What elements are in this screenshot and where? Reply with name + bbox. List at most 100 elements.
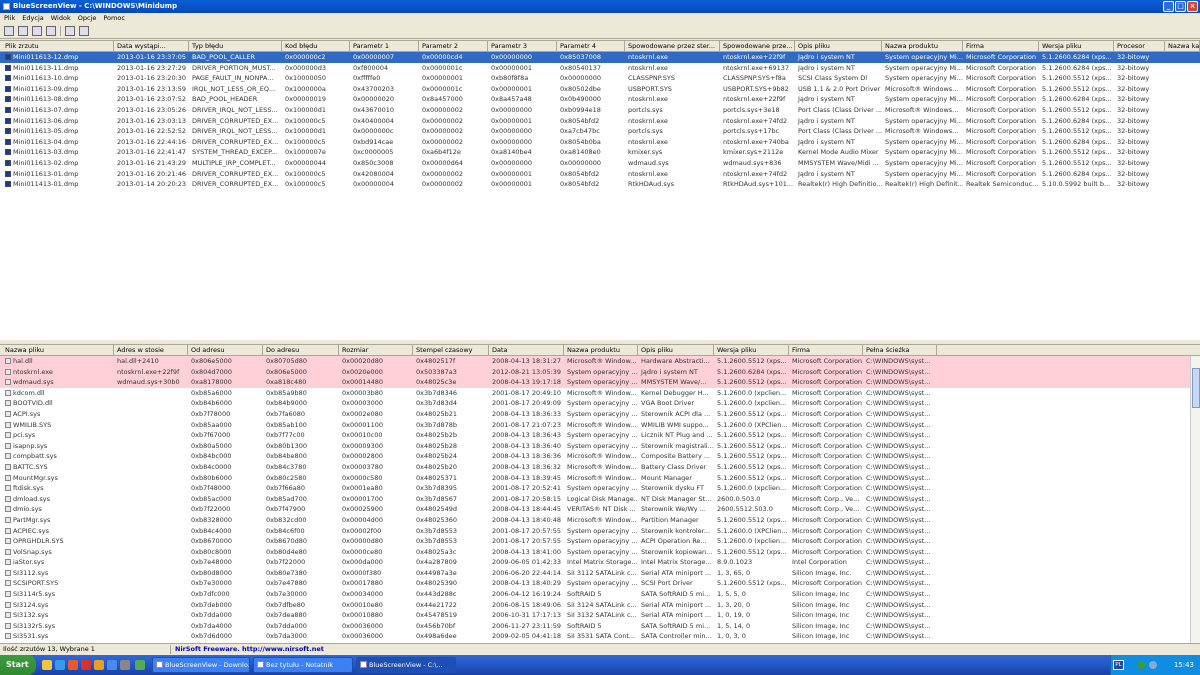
column-header[interactable]: Nazwa produktu: [882, 41, 963, 52]
copy-icon[interactable]: [32, 26, 42, 36]
column-header[interactable]: Rozmiar: [339, 345, 413, 356]
maximize-button[interactable]: □: [1175, 1, 1186, 12]
tray-volume-icon[interactable]: [1149, 661, 1157, 669]
opera-icon[interactable]: [81, 660, 91, 670]
table-row[interactable]: PartMgr.sys 0xb8328000 0xb832cd00 0x00004d0…: [0, 515, 1200, 526]
table-row[interactable]: ntoskrnl.exe ntoskrnl.exe+22f9f 0x804d7000…: [0, 366, 1200, 378]
start-button[interactable]: Start: [0, 655, 36, 675]
table-row[interactable]: SCSIPORT.SYS 0xb7e30000 0xb7e47880 0x000178…: [0, 578, 1200, 589]
column-header[interactable]: Do adresu: [263, 345, 339, 356]
column-header[interactable]: Parametr 4: [557, 41, 625, 52]
find-icon[interactable]: [65, 26, 75, 36]
table-row[interactable]: hal.dll hal.dll+2410 0x806e5000 0x80705d80 0…: [0, 356, 1200, 367]
column-header[interactable]: Nazwa kat: [1165, 41, 1200, 52]
table-row[interactable]: ACPIEC.sys 0xb84c4000 0xb84c6f00 0x00002f00…: [0, 526, 1200, 537]
menu-help[interactable]: Pomoc: [103, 13, 125, 23]
table-row[interactable]: isapnp.sys 0xb80a5000 0xb80b1300 0x00009300…: [0, 441, 1200, 452]
menu-edit[interactable]: Edycja: [22, 13, 43, 23]
table-row[interactable]: Mini011613-06.dmp 2013-01-16 23:03:13 DRIV…: [0, 116, 1200, 127]
column-header[interactable]: Opis pliku: [795, 41, 882, 52]
table-row[interactable]: SI3112.sys 0xb80d8000 0xb80e7380 0x0000f380…: [0, 568, 1200, 579]
table-row[interactable]: Mini011613-04.dmp 2013-01-16 22:44:16 DRIV…: [0, 137, 1200, 148]
column-header[interactable]: Wersja pliku: [714, 345, 789, 356]
table-row[interactable]: dmload.sys 0xb85ac000 0xb85ad700 0x00001700…: [0, 494, 1200, 505]
column-header[interactable]: Parametr 2: [419, 41, 488, 52]
table-row[interactable]: Mini011613-09.dmp 2013-01-16 23:13:59 IRQL…: [0, 84, 1200, 95]
column-header[interactable]: Spowodowane przez ster...: [625, 41, 720, 52]
table-row[interactable]: Mini011613-05.dmp 2013-01-16 22:52:52 DRIV…: [0, 126, 1200, 137]
table-row[interactable]: iaStor.sys 0xb7e48000 0xb7f22000 0x000da000…: [0, 557, 1200, 568]
table-row[interactable]: SI3114r5.sys 0xb7dfc000 0xb7e30000 0x000340…: [0, 589, 1200, 600]
table-row[interactable]: Mini011613-02.dmp 2013-01-16 21:43:29 MULT…: [0, 158, 1200, 169]
table-row[interactable]: Mini011413-01.dmp 2013-01-14 20:20:23 DRIV…: [0, 179, 1200, 190]
table-row[interactable]: Mini011613-11.dmp 2013-01-16 23:27:29 DRIV…: [0, 63, 1200, 74]
column-header[interactable]: Spowodowane prze...: [720, 41, 795, 52]
task-bluescreenview[interactable]: BlueScreenView - C:\...: [356, 657, 456, 673]
column-header[interactable]: Kod błędu: [282, 41, 350, 52]
table-row[interactable]: pci.sys 0xb7f67000 0xb7f77c00 0x00010c00 0x4…: [0, 430, 1200, 441]
column-header[interactable]: Parametr 3: [488, 41, 557, 52]
language-indicator[interactable]: PL: [1113, 660, 1124, 670]
table-row[interactable]: ACPI.sys 0xb7f78000 0xb7fa6080 0x0002e080 0x…: [0, 409, 1200, 420]
table-row[interactable]: OPRGHDLR.SYS 0xb8670000 0xb8670d80 0x00000d…: [0, 536, 1200, 547]
column-header[interactable]: Data wystąpi...: [114, 41, 189, 52]
menu-options[interactable]: Opcje: [78, 13, 97, 23]
chrome-icon[interactable]: [135, 660, 145, 670]
column-header[interactable]: Stempel czasowy: [413, 345, 489, 356]
properties-icon[interactable]: [18, 26, 28, 36]
table-row[interactable]: wdmaud.sys wdmaud.sys+30b0 0xa8178000 0xa81…: [0, 377, 1200, 388]
table-row[interactable]: SI3132.sys 0xb7dda000 0xb7dea880 0x00010880…: [0, 610, 1200, 621]
table-row[interactable]: Mini011613-12.dmp 2013-01-16 23:37:05 BAD_…: [0, 52, 1200, 63]
close-button[interactable]: ×: [1187, 1, 1198, 12]
column-header[interactable]: Od adresu: [188, 345, 263, 356]
tray-network-icon[interactable]: [1137, 661, 1145, 669]
column-header[interactable]: Adres w stosie: [114, 345, 188, 356]
column-header[interactable]: Parametr 1: [350, 41, 419, 52]
menu-view[interactable]: Widok: [51, 13, 71, 23]
dump-list[interactable]: Plik zrzutu Data wystąpi... Typ błędu Kod b…: [0, 40, 1200, 340]
status-link[interactable]: NirSoft Freeware. http://www.nirsoft.net: [175, 644, 324, 655]
table-row[interactable]: Mini011613-08.dmp 2013-01-16 23:07:52 BAD_…: [0, 94, 1200, 105]
column-header[interactable]: Nazwa pliku: [2, 345, 114, 356]
html-report-icon[interactable]: [46, 26, 56, 36]
table-row[interactable]: SI3132r5.sys 0xb7da4000 0xb7dda000 0x000360…: [0, 621, 1200, 632]
task-notepad[interactable]: Bez tytułu - Notatnik: [253, 657, 353, 673]
minimize-button[interactable]: _: [1163, 1, 1174, 12]
table-row[interactable]: Mini011613-10.dmp 2013-01-16 23:20:30 PAGE…: [0, 73, 1200, 84]
scrollbar-thumb[interactable]: [1192, 368, 1200, 408]
driver-list[interactable]: Nazwa pliku Adres w stosie Od adresu Do adr…: [0, 344, 1200, 643]
column-header[interactable]: Typ błędu: [189, 41, 282, 52]
table-row[interactable]: dmio.sys 0xb7f22000 0xb7f47900 0x00025900 0x…: [0, 504, 1200, 515]
desktop-icon[interactable]: [107, 660, 117, 670]
column-header[interactable]: Plik zrzutu: [2, 41, 114, 52]
firefox-icon[interactable]: [68, 660, 78, 670]
column-header[interactable]: Opis pliku: [638, 345, 714, 356]
table-row[interactable]: BATTC.SYS 0xb84c0000 0xb84c3780 0x00003780 0…: [0, 462, 1200, 473]
browser-icon[interactable]: [55, 660, 65, 670]
column-header[interactable]: Firma: [963, 41, 1039, 52]
table-row[interactable]: BOOTVID.dll 0xb84b6000 0xb84b9000 0x0000300…: [0, 398, 1200, 409]
task-browser[interactable]: BlueScreenView - Downlo...: [152, 657, 250, 673]
table-row[interactable]: SI3531.sys 0xb7d6d000 0xb7da3000 0x00036000…: [0, 631, 1200, 642]
refresh-icon[interactable]: [79, 26, 89, 36]
app-quicklaunch-icon[interactable]: [120, 660, 130, 670]
column-header[interactable]: Procesor: [1114, 41, 1165, 52]
table-row[interactable]: SI3124.sys 0xb7deb000 0xb7dfbe80 0x00010e80…: [0, 600, 1200, 611]
column-header[interactable]: Firma: [789, 345, 863, 356]
title-bar[interactable]: BlueScreenView - C:\WINDOWS\Minidump _ □…: [0, 0, 1200, 13]
column-header[interactable]: Pełna ścieżka: [863, 345, 937, 356]
table-row[interactable]: MountMgr.sys 0xb80b6000 0xb80c2580 0x0000c5…: [0, 473, 1200, 484]
column-header[interactable]: Data: [489, 345, 564, 356]
media-icon[interactable]: [94, 660, 104, 670]
table-row[interactable]: kdcom.dll 0xb85a6000 0xb85a9b80 0x00003b80 0…: [0, 388, 1200, 399]
table-row[interactable]: ftdisk.sys 0xb7f48000 0xb7f66a80 0x0001ea80…: [0, 483, 1200, 494]
driver-list-scrollbar[interactable]: [1190, 356, 1200, 643]
menu-file[interactable]: Plik: [4, 13, 15, 23]
table-row[interactable]: Mini011613-01.dmp 2013-01-16 20:21:46 DRIV…: [0, 169, 1200, 180]
save-icon[interactable]: [4, 26, 14, 36]
table-row[interactable]: Mini011613-03.dmp 2013-01-16 22:41:47 SYST…: [0, 147, 1200, 158]
folder-icon[interactable]: [42, 660, 52, 670]
column-header[interactable]: Wersja pliku: [1039, 41, 1114, 52]
table-row[interactable]: Mini011613-07.dmp 2013-01-16 23:05:26 DRIV…: [0, 105, 1200, 116]
table-row[interactable]: VolSnap.sys 0xb80c8000 0xb80d4e80 0x0000ce8…: [0, 547, 1200, 558]
